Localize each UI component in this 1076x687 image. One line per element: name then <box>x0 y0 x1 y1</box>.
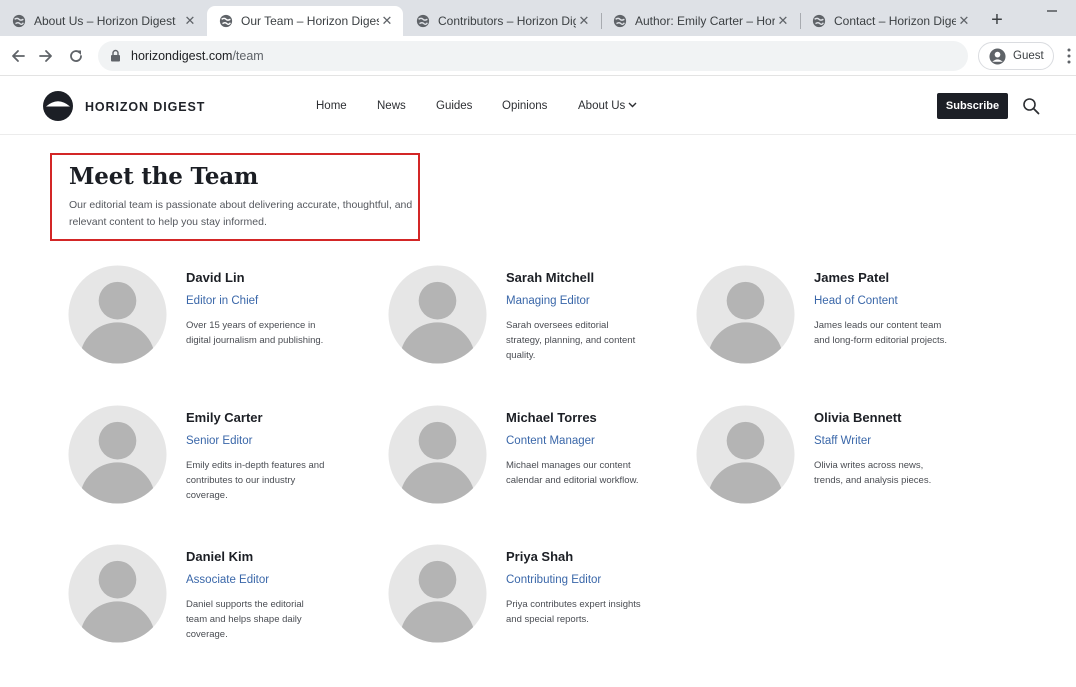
page-title: Meet the Team <box>69 163 259 190</box>
url-text: horizondigest.com/team <box>131 49 264 63</box>
tab-title: Contributors – Horizon Digest <box>438 14 576 28</box>
nav-about-us-label: About Us <box>578 100 626 112</box>
tab-our-team[interactable]: Our Team – Horizon Digest ✕ <box>207 6 403 36</box>
site-header: HORIZON DIGEST Home News Guides Opinions… <box>0 77 1076 135</box>
arrow-right-icon[interactable] <box>36 46 56 66</box>
team-member-card[interactable]: Michael Torres Content Manager Michael m… <box>388 405 678 515</box>
person-placeholder-icon <box>388 265 487 364</box>
member-name[interactable]: Olivia Bennett <box>814 410 901 425</box>
member-name[interactable]: Sarah Mitchell <box>506 270 594 285</box>
team-member-card[interactable]: Sarah Mitchell Managing Editor Sarah ove… <box>388 265 678 375</box>
person-placeholder-icon <box>388 405 487 504</box>
team-member-card[interactable]: Emily Carter Senior Editor Emily edits i… <box>68 405 358 515</box>
member-name[interactable]: Priya Shah <box>506 549 573 564</box>
account-circle-icon <box>989 48 1006 65</box>
close-icon[interactable]: ✕ <box>956 13 972 29</box>
person-placeholder-icon <box>68 405 167 504</box>
team-member-card[interactable]: David Lin Editor in Chief Over 15 years … <box>68 265 358 375</box>
person-placeholder-icon <box>68 265 167 364</box>
team-member-card[interactable]: Daniel Kim Associate Editor Daniel suppo… <box>68 544 358 654</box>
member-role: Managing Editor <box>506 295 590 307</box>
page-description: Our editorial team is passionate about d… <box>69 199 413 228</box>
member-role: Contributing Editor <box>506 574 602 586</box>
meet-the-team-hero: Meet the Team Our editorial team is pass… <box>50 153 420 241</box>
tab-author-emily-carter[interactable]: Author: Emily Carter – Horizon ✕ <box>601 6 799 36</box>
kebab-menu-icon[interactable] <box>1066 48 1072 64</box>
lock-icon[interactable] <box>110 49 121 62</box>
person-placeholder-icon <box>696 405 795 504</box>
new-tab-button[interactable]: + <box>987 10 1007 30</box>
close-icon[interactable]: ✕ <box>775 13 791 29</box>
browser-toolbar: horizondigest.com/team Guest <box>0 36 1076 76</box>
arrow-left-icon[interactable] <box>8 46 28 66</box>
site-logo-text[interactable]: HORIZON DIGEST <box>85 100 205 114</box>
member-bio: James leads our content team and long-fo… <box>814 320 948 346</box>
profile-button[interactable]: Guest <box>978 42 1054 70</box>
nav-opinions[interactable]: Opinions <box>502 100 547 112</box>
nav-about-us[interactable]: About Us <box>578 100 637 112</box>
team-member-card[interactable]: James Patel Head of Content James leads … <box>696 265 986 375</box>
member-bio: Sarah oversees editorial strategy, plann… <box>506 320 636 361</box>
member-bio: Olivia writes across news, trends, and a… <box>814 460 932 486</box>
member-bio: Over 15 years of experience in digital j… <box>186 320 324 346</box>
tab-contact[interactable]: Contact – Horizon Digest ✕ <box>800 6 980 36</box>
person-placeholder-icon <box>68 544 167 643</box>
member-role: Staff Writer <box>814 435 872 447</box>
member-name[interactable]: Emily Carter <box>186 410 263 425</box>
globe-icon <box>416 14 430 28</box>
tab-contributors[interactable]: Contributors – Horizon Digest ✕ <box>404 6 600 36</box>
member-role: Head of Content <box>814 295 898 307</box>
tab-title: Our Team – Horizon Digest <box>241 14 379 28</box>
member-bio: Michael manages our content calendar and… <box>506 460 639 486</box>
close-icon[interactable]: ✕ <box>379 13 395 29</box>
globe-icon <box>613 14 627 28</box>
team-member-card[interactable]: Priya Shah Contributing Editor Priya con… <box>388 544 678 654</box>
subscribe-button[interactable]: Subscribe <box>937 93 1008 119</box>
tab-title: About Us – Horizon Digest <box>34 14 176 28</box>
member-role: Editor in Chief <box>186 295 259 307</box>
close-icon[interactable]: ✕ <box>182 13 198 29</box>
tab-title: Contact – Horizon Digest <box>834 14 956 28</box>
close-icon[interactable]: ✕ <box>576 13 592 29</box>
member-name[interactable]: Daniel Kim <box>186 549 253 564</box>
member-name[interactable]: James Patel <box>814 270 889 285</box>
team-member-card[interactable]: Olivia Bennett Staff Writer Olivia write… <box>696 405 986 515</box>
address-bar[interactable]: horizondigest.com/team <box>98 41 968 71</box>
url-host: horizondigest.com <box>131 49 233 63</box>
nav-guides[interactable]: Guides <box>436 100 472 112</box>
chevron-down-icon <box>628 102 637 108</box>
search-icon[interactable] <box>1022 97 1040 115</box>
person-placeholder-icon <box>388 544 487 643</box>
globe-icon <box>219 14 233 28</box>
profile-label: Guest <box>1013 50 1044 62</box>
browser-tab-bar: About Us – Horizon Digest ✕ Our Team – H… <box>0 0 1076 36</box>
member-name[interactable]: David Lin <box>186 270 245 285</box>
member-role: Associate Editor <box>186 574 270 586</box>
nav-home[interactable]: Home <box>316 100 347 112</box>
minimize-window-icon[interactable] <box>1045 4 1059 18</box>
member-role: Content Manager <box>506 435 595 447</box>
nav-news[interactable]: News <box>377 100 406 112</box>
member-role: Senior Editor <box>186 435 253 447</box>
tab-title: Author: Emily Carter – Horizon <box>635 14 775 28</box>
url-path: /team <box>232 49 264 63</box>
member-bio: Priya contributes expert insights and sp… <box>506 599 641 625</box>
reload-icon[interactable] <box>66 46 86 66</box>
tab-about-us[interactable]: About Us – Horizon Digest ✕ <box>0 6 206 36</box>
globe-icon <box>12 14 26 28</box>
globe-icon <box>812 14 826 28</box>
horizon-logo-icon[interactable] <box>43 91 73 121</box>
member-bio: Emily edits in-depth features and contri… <box>186 460 325 501</box>
member-bio: Daniel supports the editorial team and h… <box>186 599 304 640</box>
person-placeholder-icon <box>696 265 795 364</box>
member-name[interactable]: Michael Torres <box>506 410 597 425</box>
